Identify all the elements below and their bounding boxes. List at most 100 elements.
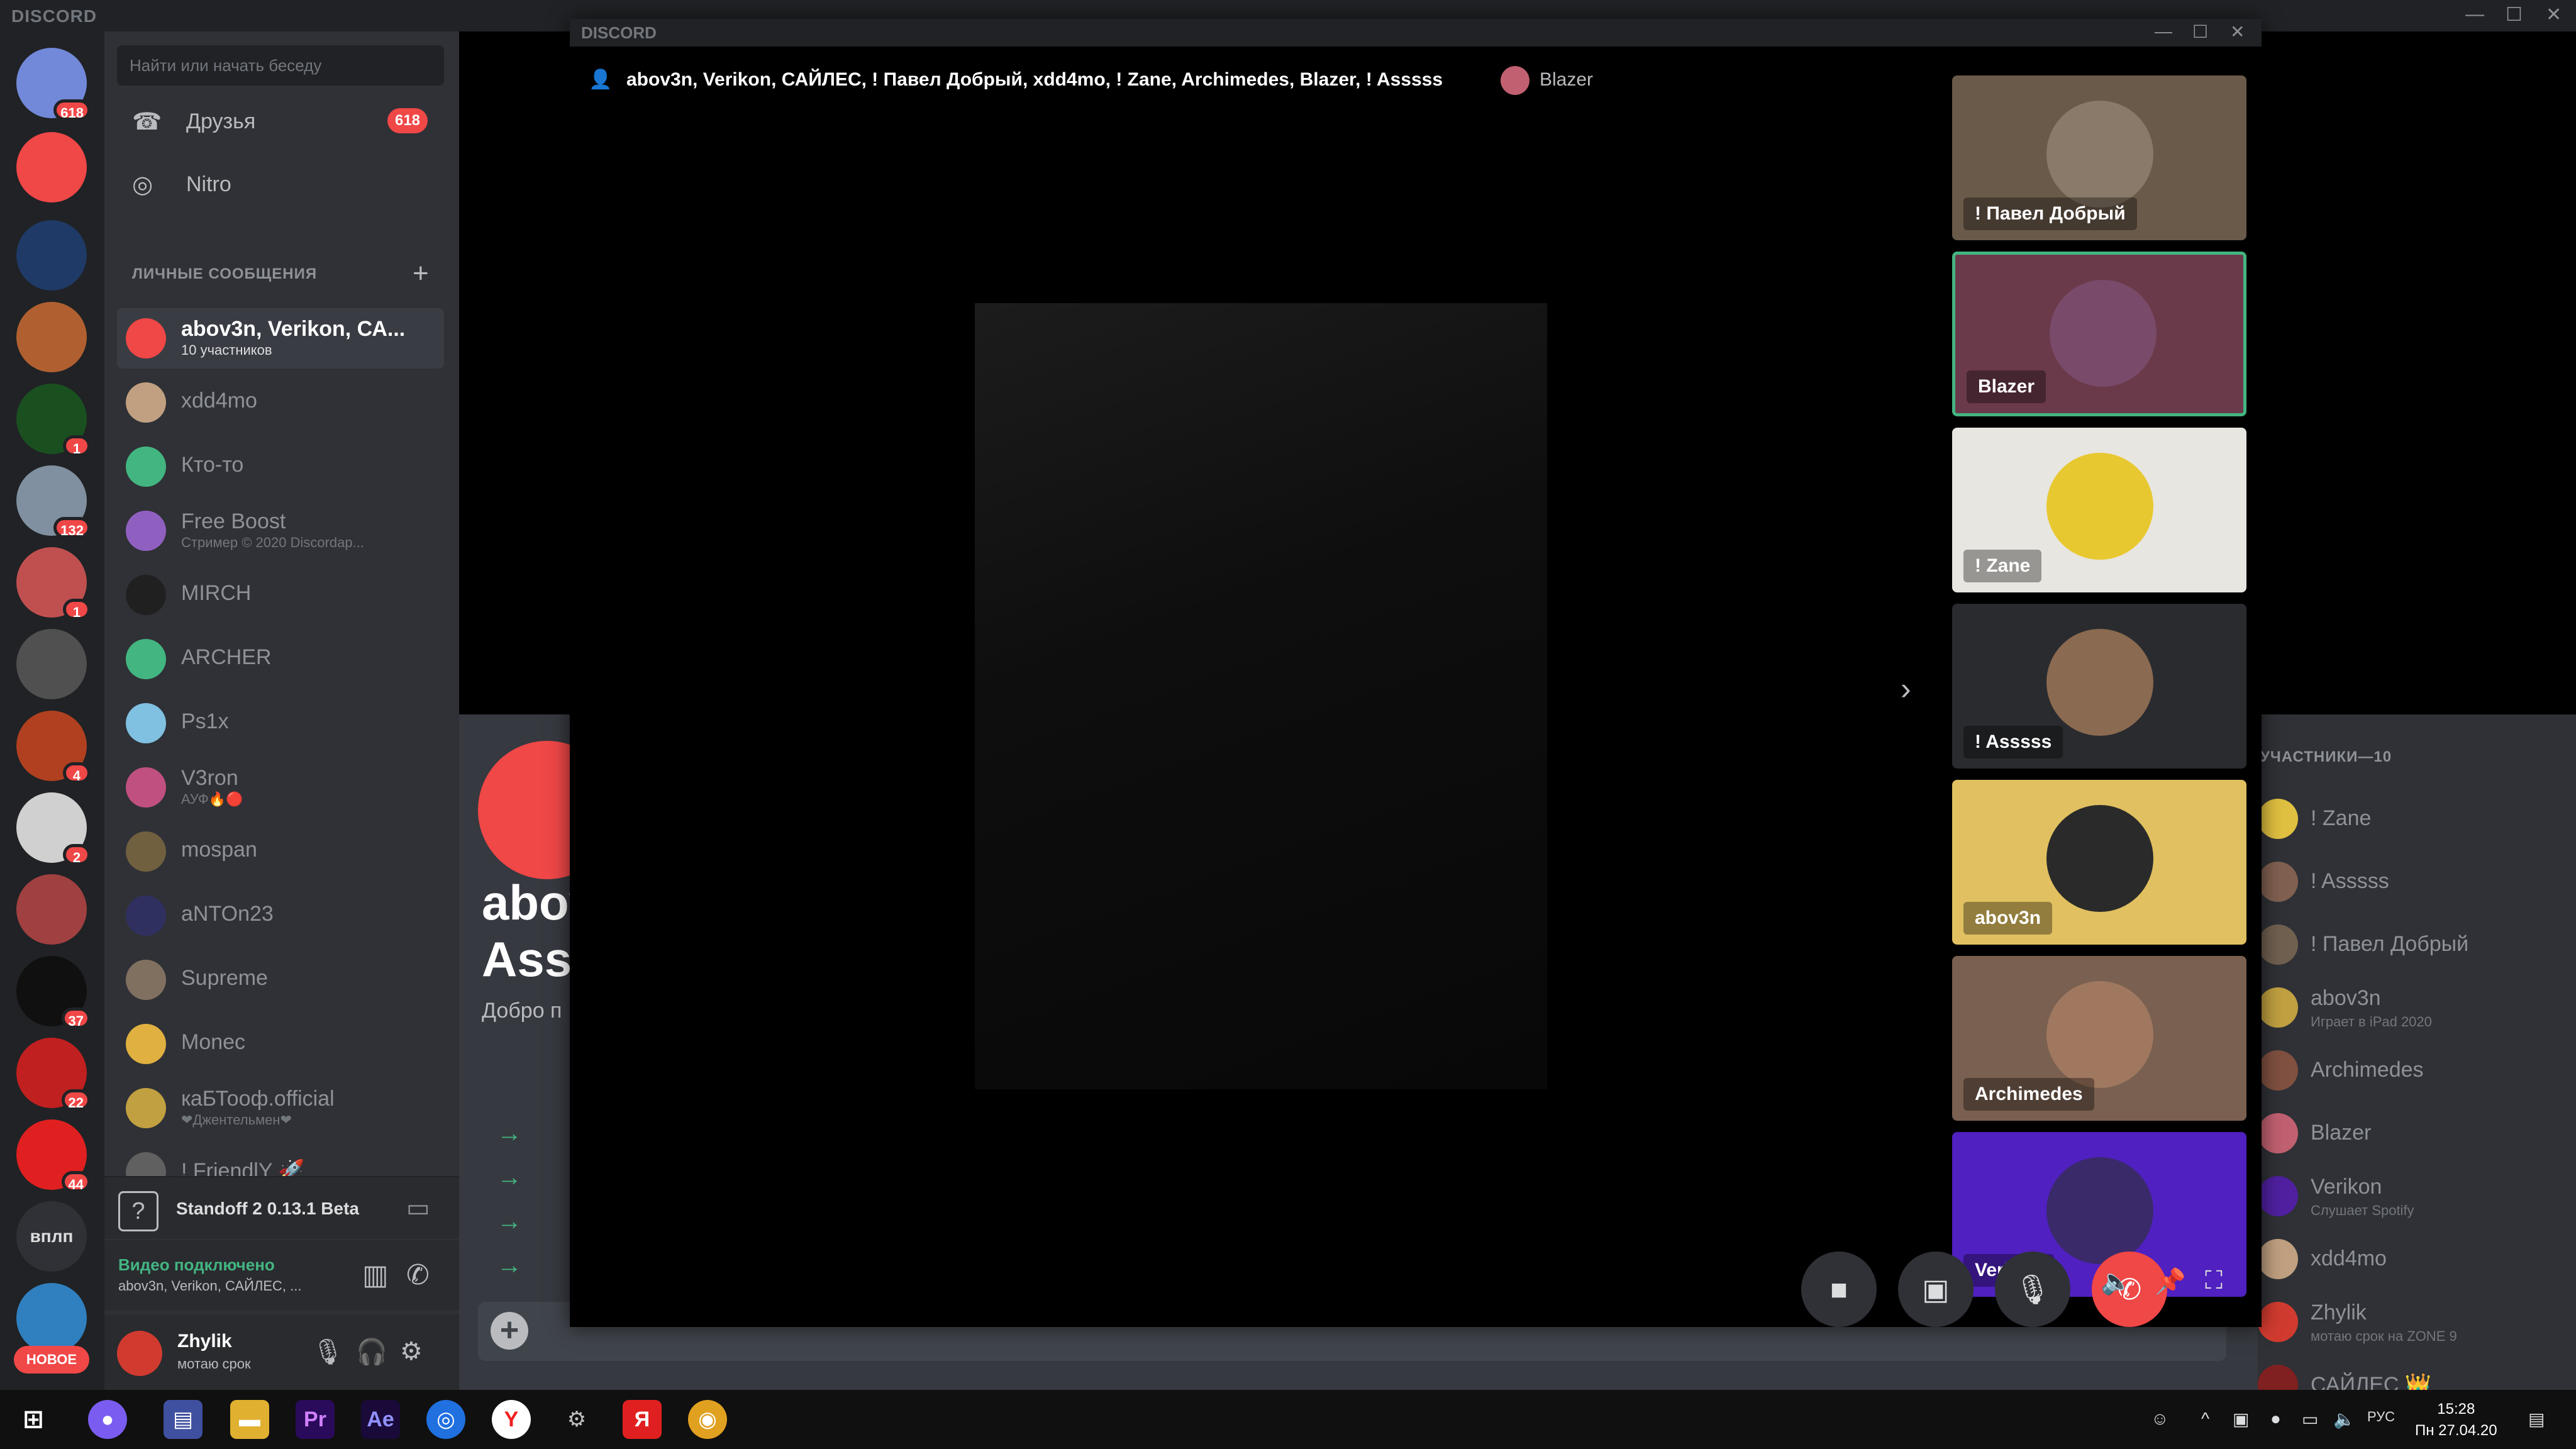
volume-icon[interactable]: 🔈 [2333, 1409, 2355, 1430]
avatar [2258, 1176, 2298, 1216]
signal-icon[interactable]: ▥ [362, 1259, 389, 1291]
maximize-icon[interactable]: ☐ [2192, 21, 2208, 42]
participant-tile[interactable]: Blazer [1952, 252, 2246, 416]
screen-share-button[interactable]: ▣ [1898, 1252, 1974, 1327]
discord-taskbar-icon[interactable]: ▤ [164, 1400, 203, 1439]
participant-tile[interactable]: Archimedes [1952, 956, 2246, 1121]
minimize-icon[interactable]: — [2465, 4, 2484, 25]
nitro-icon: ◎ [132, 172, 153, 198]
steam-icon[interactable]: ⚙ [557, 1400, 596, 1439]
discord-home-button[interactable]: 618 [16, 48, 91, 121]
windows-start-icon[interactable]: ⊞ [14, 1400, 53, 1439]
pin-icon[interactable]: 📌 [2155, 1267, 2186, 1296]
chevron-up-icon[interactable]: ^ [2201, 1409, 2209, 1429]
settings-gear-icon[interactable]: ⚙ [400, 1337, 423, 1366]
language-indicator[interactable]: РУС [2367, 1409, 2395, 1425]
member-list: УЧАСТНИКИ—10 ! Zane ! Asssss ! Павел Добры… [2258, 714, 2576, 1405]
server-icon[interactable]: 1 [16, 384, 91, 457]
minimize-icon[interactable]: — [2155, 21, 2172, 42]
dm-item[interactable]: xdd4mo [117, 372, 444, 433]
headphones-icon[interactable]: 🎧 [356, 1337, 387, 1367]
member-item[interactable]: Zhylik мотаю срок на ZONE 9 [2258, 1293, 2572, 1353]
server-icon[interactable]: 1 [16, 547, 91, 620]
microphone-icon[interactable]: 🎙 [312, 1337, 344, 1367]
participant-tile[interactable]: abov3n [1952, 780, 2246, 945]
member-item[interactable]: xdd4mo [2258, 1230, 2572, 1291]
mention-badge: 1 [63, 599, 91, 620]
server-icon[interactable] [16, 1283, 87, 1353]
server-icon[interactable] [16, 302, 87, 372]
dm-item[interactable]: Supreme [117, 950, 444, 1010]
monitor-icon[interactable]: ▭ [406, 1194, 430, 1223]
member-item[interactable]: ! Zane [2258, 790, 2572, 850]
server-icon[interactable] [16, 220, 87, 291]
server-icon[interactable] [16, 132, 87, 203]
close-icon[interactable]: ✕ [2546, 4, 2562, 26]
member-item[interactable]: Archimedes [2258, 1041, 2572, 1102]
chevron-right-icon[interactable]: › [1901, 670, 1911, 707]
server-icon[interactable]: 132 [16, 465, 91, 538]
close-icon[interactable]: ✕ [2230, 21, 2245, 42]
dm-item[interactable]: V3ron АУФ🔥🔴 [117, 757, 444, 818]
tray-app-icon[interactable]: ● [2270, 1409, 2281, 1429]
mute-button[interactable]: 🎙 [1995, 1252, 2070, 1327]
member-item[interactable]: ! Asssss [2258, 853, 2572, 913]
network-icon[interactable]: ▭ [2302, 1409, 2318, 1430]
dm-item[interactable]: MIRCH [117, 565, 444, 625]
server-label: вплп [30, 1226, 74, 1246]
attach-plus-icon[interactable]: + [491, 1312, 528, 1350]
person-icon[interactable]: ☺ [2151, 1409, 2169, 1429]
fullscreen-icon[interactable]: ⛶ [2205, 1267, 2223, 1295]
camera-button[interactable]: ■ [1801, 1252, 1877, 1327]
server-icon[interactable] [16, 629, 87, 699]
dm-name: Ps1x [181, 709, 229, 733]
volume-icon[interactable]: 🔈 [2101, 1267, 2132, 1296]
main-video-stream[interactable] [975, 303, 1547, 1089]
dm-item[interactable]: ARCHER [117, 629, 444, 689]
participant-tile[interactable]: ! Asssss [1952, 604, 2246, 769]
dm-item[interactable]: Free Boost Стример © 2020 Discordap... [117, 501, 444, 561]
dm-item[interactable]: Monec [117, 1014, 444, 1074]
add-dm-icon[interactable]: + [413, 258, 429, 289]
join-arrow-icon: → [497, 1208, 522, 1235]
participant-tile[interactable]: ! Павел Добрый [1952, 75, 2246, 240]
nav-friends[interactable]: ☎ Друзья 618 [123, 94, 444, 148]
browser-icon[interactable]: ◎ [426, 1400, 465, 1439]
dm-item[interactable]: abov3n, Verikon, СА... 10 участников [117, 308, 444, 369]
folder-icon[interactable]: ▬ [230, 1400, 269, 1439]
server-icon[interactable]: вплп [16, 1201, 87, 1272]
server-icon[interactable]: 22 [16, 1038, 91, 1111]
search-input[interactable]: Найти или начать беседу [117, 45, 444, 86]
chrome-icon[interactable]: ◉ [688, 1400, 727, 1439]
participant-tile[interactable]: ! Zane [1952, 428, 2246, 592]
server-icon[interactable]: 37 [16, 956, 91, 1029]
notifications-icon[interactable]: ▤ [2528, 1409, 2545, 1430]
yandex-icon[interactable]: Я [623, 1400, 662, 1439]
server-icon[interactable] [16, 874, 87, 945]
yandex-browser-icon[interactable]: Y [492, 1400, 531, 1439]
tray-app-icon[interactable]: ▣ [2233, 1409, 2249, 1430]
server-icon[interactable]: 2 [16, 792, 91, 865]
after-effects-icon[interactable]: Ae [361, 1400, 400, 1439]
server-icon[interactable]: 4 [16, 711, 91, 784]
dm-item[interactable]: кaБТооф.official ❤Джентельмен❤ [117, 1078, 444, 1138]
maximize-icon[interactable]: ☐ [2506, 4, 2523, 26]
disconnect-icon[interactable]: ✆ [406, 1259, 430, 1291]
dm-item[interactable]: mospan [117, 821, 444, 882]
system-clock[interactable]: 15:28 Пн 27.04.20 [2415, 1399, 2497, 1441]
nav-nitro[interactable]: ◎ Nitro [123, 157, 444, 211]
member-item[interactable]: ! Павел Добрый [2258, 916, 2572, 976]
member-item[interactable]: Verikon Слушает Spotify [2258, 1167, 2572, 1228]
dm-item[interactable]: Ps1x [117, 693, 444, 753]
avatar[interactable] [117, 1331, 162, 1376]
member-item[interactable]: Blazer [2258, 1104, 2572, 1165]
participant-name: Archimedes [1963, 1078, 2094, 1111]
premiere-icon[interactable]: Pr [296, 1400, 335, 1439]
member-item[interactable]: abov3n Играет в iPad 2020 [2258, 979, 2572, 1039]
dm-item[interactable]: aNTOn23 [117, 886, 444, 946]
dm-item[interactable]: Кто-то [117, 436, 444, 497]
welcome-text: Добро п [482, 999, 562, 1023]
participant-avatar [2046, 453, 2153, 560]
server-icon[interactable]: 44 [16, 1119, 91, 1192]
app-icon[interactable]: ● [88, 1400, 127, 1439]
